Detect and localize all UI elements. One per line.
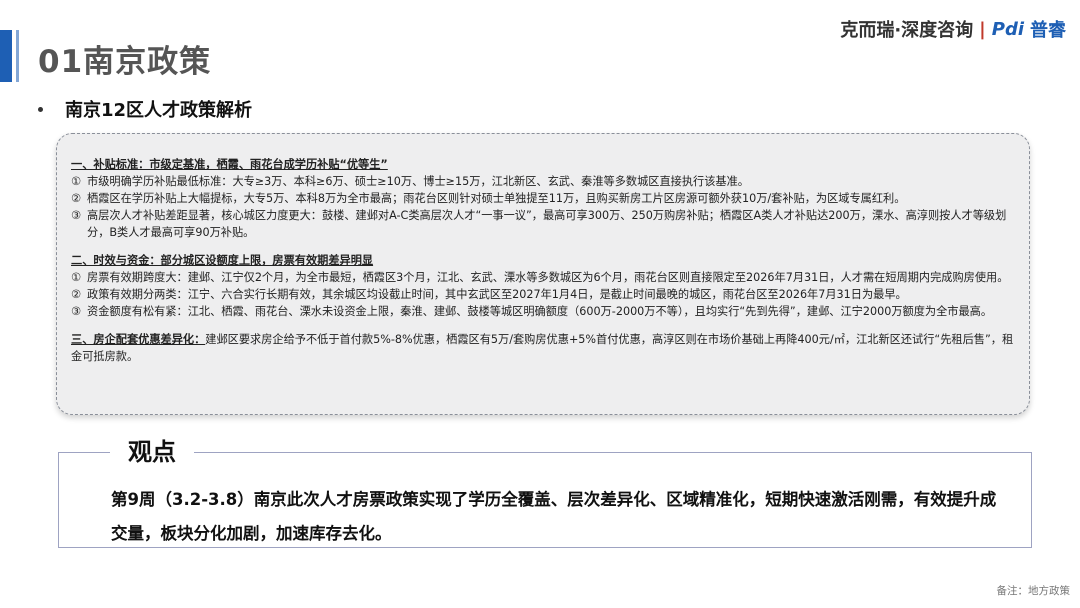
footnote: 备注：地方政策 bbox=[996, 585, 1071, 597]
policy-section-title: 一、补贴标准：市级定基准，栖霞、雨花台成学历补贴“优等生” bbox=[71, 158, 388, 171]
bullet-dot-icon bbox=[38, 106, 43, 112]
brand-logo-mark: Pdi bbox=[991, 18, 1024, 40]
policy-item: ③ 高层次人才补贴差距显著，核心城区力度更大：鼓楼、建邺对A-C类高层次人才“一… bbox=[71, 207, 1015, 241]
subtitle-text: 南京12区人才政策解析 bbox=[65, 100, 253, 121]
policy-item: ① 房票有效期跨度大：建邺、江宁仅2个月，为全市最短，栖霞区3个月，江北、玄武、… bbox=[71, 269, 1015, 286]
viewpoint-text: 第9周（3.2-3.8）南京此次人才房票政策实现了学历全覆盖、层次差异化、区域精… bbox=[111, 490, 997, 543]
item-number: ② bbox=[71, 288, 82, 301]
item-text: 栖霞区在学历补贴上大幅提标，大专5万、本科8万为全市最高；雨花台区则针对硕士单独… bbox=[87, 192, 906, 205]
policy-section-title: 二、时效与资金：部分城区设额度上限，房票有效期差异明显 bbox=[71, 254, 374, 267]
policy-item: ② 栖霞区在学历补贴上大幅提标，大专5万、本科8万为全市最高；雨花台区则针对硕士… bbox=[71, 190, 1015, 207]
title-accent-line bbox=[16, 30, 19, 82]
policy-section-3: 三、房企配套优惠差异化：建邺区要求房企给予不低于首付款5%-8%优惠，栖霞区有5… bbox=[71, 331, 1015, 365]
item-text: 高层次人才补贴差距显著，核心城区力度更大：鼓楼、建邺对A-C类高层次人才“一事一… bbox=[87, 209, 1007, 239]
item-text: 政策有效期分两类：江宁、六合实行长期有效，其余城区均设截止时间，其中玄武区至20… bbox=[87, 288, 907, 301]
policy-section-1: 一、补贴标准：市级定基准，栖霞、雨花台成学历补贴“优等生” ① 市级明确学历补贴… bbox=[71, 156, 1015, 241]
brand-logo-cn: 普睿 bbox=[1030, 20, 1066, 41]
page-title: 01南京政策 bbox=[38, 44, 212, 80]
policy-section-text: 建邺区要求房企给予不低于首付款5%-8%优惠，栖霞区有5万/套购房优惠+5%首付… bbox=[71, 333, 1014, 363]
viewpoint-label: 观点 bbox=[110, 432, 194, 467]
viewpoint-box: 第9周（3.2-3.8）南京此次人才房票政策实现了学历全覆盖、层次差异化、区域精… bbox=[58, 452, 1032, 548]
brand-text: 克而瑞·深度咨询 bbox=[840, 20, 974, 41]
item-number: ③ bbox=[71, 209, 82, 222]
item-number: ③ bbox=[71, 305, 82, 318]
brand-separator: | bbox=[979, 18, 986, 40]
section-subtitle: 南京12区人才政策解析 bbox=[38, 96, 252, 122]
item-number: ① bbox=[71, 271, 82, 284]
policy-summary-box: 一、补贴标准：市级定基准，栖霞、雨花台成学历补贴“优等生” ① 市级明确学历补贴… bbox=[56, 133, 1030, 415]
policy-section-2: 二、时效与资金：部分城区设额度上限，房票有效期差异明显 ① 房票有效期跨度大：建… bbox=[71, 252, 1015, 320]
item-number: ① bbox=[71, 175, 82, 188]
policy-item: ① 市级明确学历补贴最低标准：大专≥3万、本科≥6万、硕士≥10万、博士≥15万… bbox=[71, 173, 1015, 190]
item-text: 资金额度有松有紧：江北、栖霞、雨花台、溧水未设资金上限，秦淮、建邺、鼓楼等城区明… bbox=[87, 305, 993, 318]
item-text: 房票有效期跨度大：建邺、江宁仅2个月，为全市最短，栖霞区3个月，江北、玄武、溧水… bbox=[87, 271, 1009, 284]
title-accent-bar bbox=[0, 30, 12, 82]
policy-section-title: 三、房企配套优惠差异化： bbox=[71, 333, 206, 346]
item-text: 市级明确学历补贴最低标准：大专≥3万、本科≥6万、硕士≥10万、博士≥15万，江… bbox=[87, 175, 749, 188]
brand-logo: 克而瑞·深度咨询 | Pdi 普睿 bbox=[840, 16, 1066, 42]
policy-item: ③ 资金额度有松有紧：江北、栖霞、雨花台、溧水未设资金上限，秦淮、建邺、鼓楼等城… bbox=[71, 303, 1015, 320]
item-number: ② bbox=[71, 192, 82, 205]
policy-item: ② 政策有效期分两类：江宁、六合实行长期有效，其余城区均设截止时间，其中玄武区至… bbox=[71, 286, 1015, 303]
